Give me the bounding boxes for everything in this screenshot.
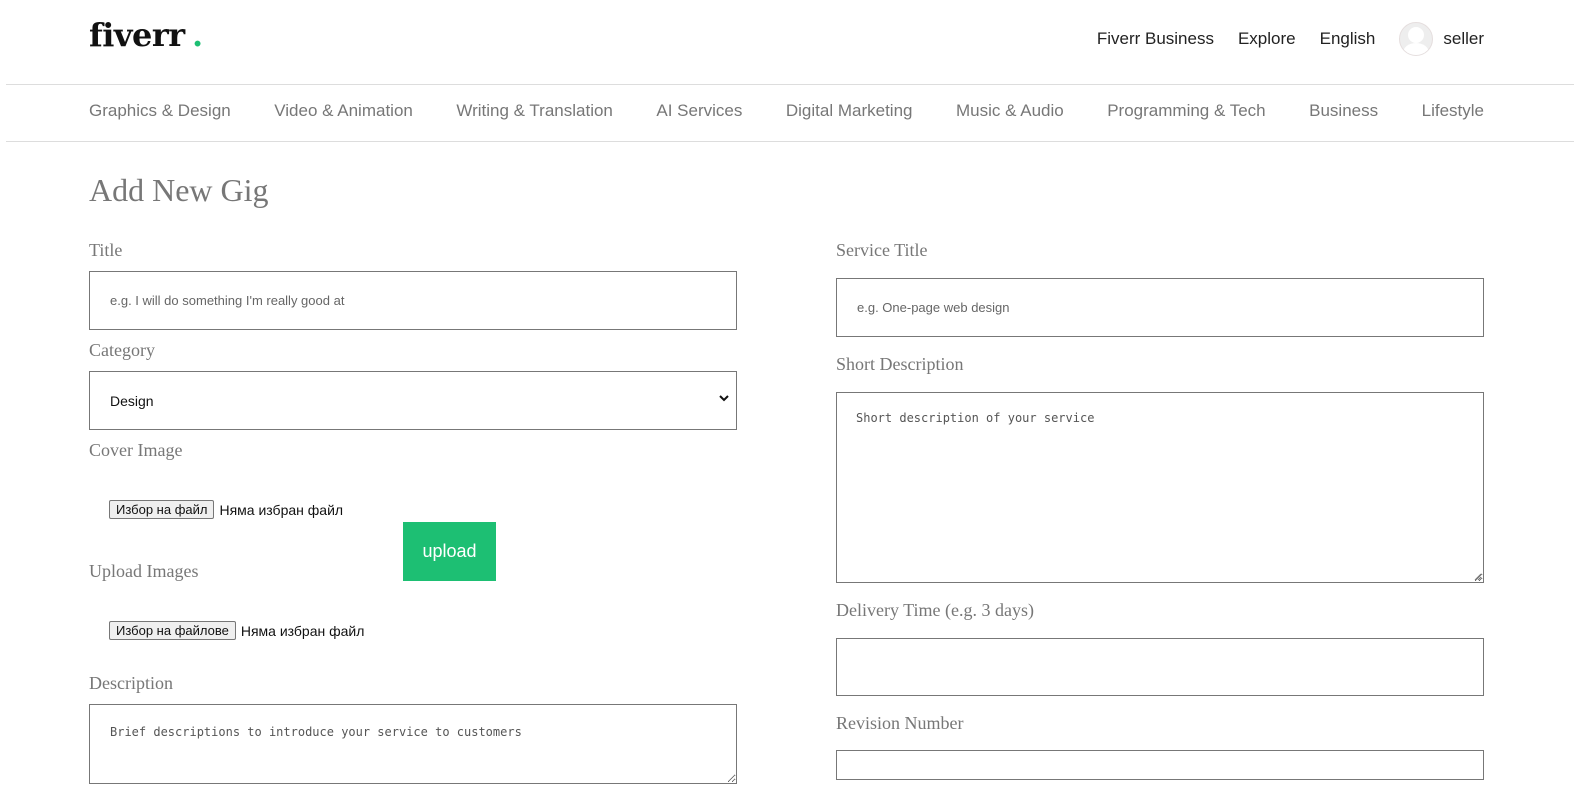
delivery-time-field-box [836,638,1484,696]
logo-dot: . [192,16,204,54]
description-field-box [89,704,737,784]
category-digital-marketing[interactable]: Digital Marketing [786,101,913,121]
nav-fiverr-business[interactable]: Fiverr Business [1097,29,1214,49]
cover-file-status: Няма избран файл [219,501,344,518]
service-title-input[interactable] [837,279,1483,336]
category-business[interactable]: Business [1309,101,1378,121]
title-field-box [89,271,737,330]
service-title-label: Service Title [836,240,928,260]
description-textarea[interactable] [90,705,736,783]
upload-images-label: Upload Images [89,561,199,581]
category-lifestyle[interactable]: Lifestyle [1422,101,1484,121]
delivery-time-input[interactable] [837,639,1483,695]
cover-choose-file-button[interactable]: Избор на файл [109,500,215,519]
category-video-animation[interactable]: Video & Animation [274,101,413,121]
title-label: Title [89,240,123,260]
divider [6,84,1574,85]
short-description-textarea[interactable] [837,393,1483,582]
upload-button[interactable]: upload [403,522,496,581]
revision-number-field-box [836,750,1484,780]
description-label: Description [89,673,173,693]
nav-explore[interactable]: Explore [1238,29,1296,49]
short-description-label: Short Description [836,354,964,374]
resize-grip-icon[interactable] [1473,572,1482,581]
revision-number-input[interactable] [837,751,1483,779]
nav-username[interactable]: seller [1443,29,1484,49]
cover-file-input: Избор на файл Няма избран файл [109,500,343,519]
category-graphics-design[interactable]: Graphics & Design [89,101,231,121]
fiverr-logo[interactable]: fiverr [89,16,185,54]
delivery-time-label: Delivery Time (e.g. 3 days) [836,600,1034,620]
avatar-head [1408,27,1425,43]
cover-image-label: Cover Image [89,440,183,460]
avatar-body [1403,43,1430,55]
images-file-input: Избор на файлове Няма избран файл [109,621,364,640]
category-writing-translation[interactable]: Writing & Translation [456,101,613,121]
nav-language[interactable]: English [1320,29,1376,49]
images-file-status: Няма избран файл [240,622,365,639]
category-music-audio[interactable]: Music & Audio [956,101,1064,121]
page-title: Add New Gig [89,172,269,208]
avatar[interactable] [1399,22,1434,56]
category-field-box: Design [89,371,737,430]
top-bar: fiverr . Fiverr Business Explore English… [0,0,1574,84]
category-programming-tech[interactable]: Programming & Tech [1107,101,1265,121]
title-input[interactable] [90,272,736,329]
revision-number-label: Revision Number [836,713,964,733]
top-nav: Fiverr Business Explore English seller [1097,22,1484,56]
category-label: Category [89,340,155,360]
service-title-field-box [836,278,1484,337]
category-select[interactable]: Design [90,372,736,429]
short-description-field-box [836,392,1484,583]
category-nav: Graphics & Design Video & Animation Writ… [89,101,1484,121]
images-choose-files-button[interactable]: Избор на файлове [109,621,236,640]
divider [6,141,1574,142]
category-ai-services[interactable]: AI Services [656,101,742,121]
